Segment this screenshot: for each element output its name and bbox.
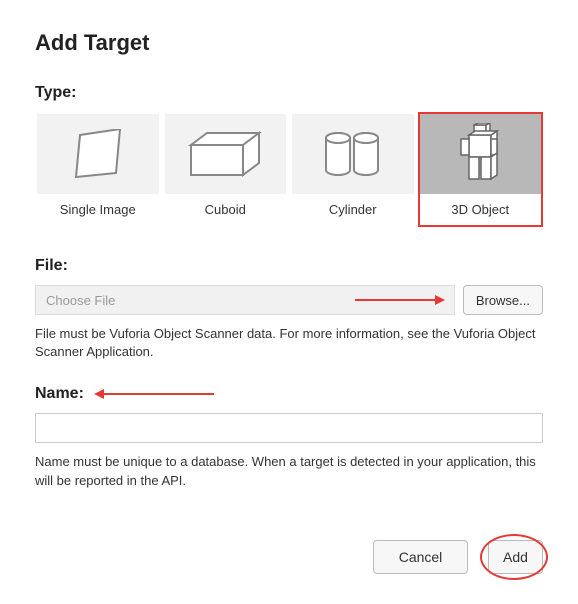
type-option-single-image[interactable]: Single Image xyxy=(35,112,161,227)
3d-object-icon xyxy=(459,123,501,185)
type-option-3d-object[interactable]: 3D Object xyxy=(418,112,544,227)
type-label: Type: xyxy=(35,84,543,102)
browse-button[interactable]: Browse... xyxy=(463,285,543,315)
file-label: File: xyxy=(35,257,543,275)
single-image-icon xyxy=(70,129,126,179)
file-help-text: File must be Vuforia Object Scanner data… xyxy=(35,325,543,361)
dialog-footer: Cancel Add xyxy=(35,540,543,574)
annotation-arrow-icon xyxy=(94,389,214,399)
cancel-button[interactable]: Cancel xyxy=(373,540,468,574)
name-help-text: Name must be unique to a database. When … xyxy=(35,453,543,489)
type-option-cylinder[interactable]: Cylinder xyxy=(290,112,416,227)
type-option-label: Cuboid xyxy=(205,202,246,217)
file-placeholder-text: Choose File xyxy=(46,293,115,308)
type-option-label: Single Image xyxy=(60,202,136,217)
type-option-label: Cylinder xyxy=(329,202,377,217)
type-grid: Single Image Cuboid xyxy=(35,112,543,227)
type-option-label: 3D Object xyxy=(451,202,509,217)
cuboid-icon xyxy=(187,131,263,177)
name-input[interactable] xyxy=(35,413,543,443)
add-button[interactable]: Add xyxy=(488,540,543,574)
dialog-title: Add Target xyxy=(35,30,543,56)
file-path-input[interactable]: Choose File xyxy=(35,285,455,315)
cylinder-icon xyxy=(324,130,382,178)
name-label: Name: xyxy=(35,385,84,403)
type-option-cuboid[interactable]: Cuboid xyxy=(163,112,289,227)
